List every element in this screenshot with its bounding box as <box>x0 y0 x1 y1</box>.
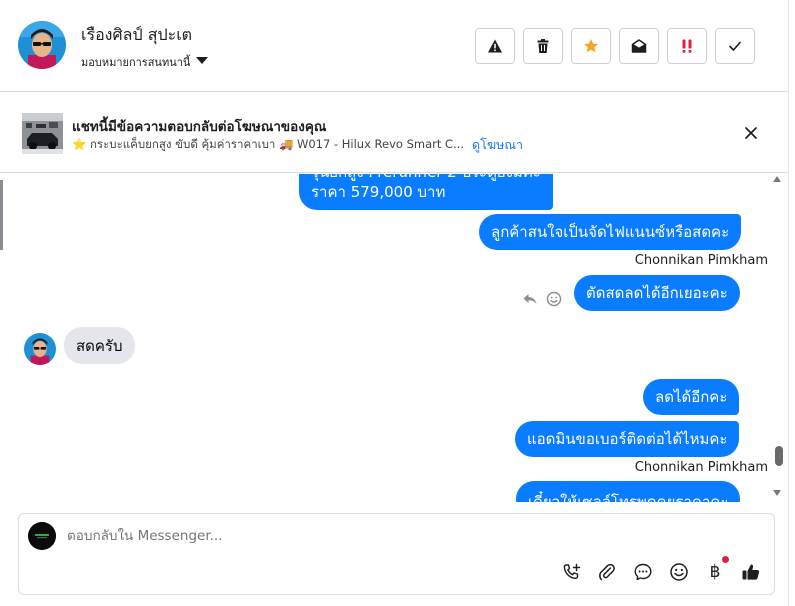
delete-button[interactable] <box>523 28 563 64</box>
contact-avatar-small[interactable] <box>24 333 56 365</box>
reply-icon[interactable] <box>522 291 538 307</box>
emoji-react-icon[interactable] <box>546 291 562 307</box>
ad-banner-title: แชทนี้มีข้อความตอบกลับต่อโฆษณาของคุณ <box>72 119 327 135</box>
mark-unread-button[interactable] <box>619 28 659 64</box>
message-bubble-outgoing[interactable]: รุ่นยกสูง Prerunner 2 ประตูยังมีค่ะ ราคา… <box>299 174 553 210</box>
message-text: แอดมินขอเบอร์ติดต่อได้ไหมคะ <box>527 430 728 448</box>
caret-down-icon <box>196 56 209 64</box>
message-text: ตัดสดลดได้อีกเยอะคะ <box>586 284 728 302</box>
ad-banner-subtitle: ⭐ กระบะแค็บยกสูง ขับดี คุ้มค่าราคาเบา 🚚 … <box>72 135 523 155</box>
notification-dot <box>722 556 729 563</box>
message-thread: รุ่นยกสูง Prerunner 2 ประตูยังมีค่ะ ราคา… <box>0 174 768 502</box>
emoji-button[interactable] <box>668 561 690 583</box>
payment-button[interactable]: ฿ <box>704 556 729 583</box>
view-ad-link[interactable]: ดูโฆษณา <box>472 135 523 155</box>
message-text: รุ่นยกสูง Prerunner 2 ประตูยังมีค่ะ <box>311 174 541 182</box>
trash-icon <box>537 39 549 53</box>
message-bubble-outgoing[interactable]: ลูกค้าสนใจเป็นจัดไฟแนนซ์หรือสดคะ <box>479 214 742 250</box>
assign-conversation-dropdown[interactable]: มอบหมายการสนทนานี้ <box>81 53 209 71</box>
message-text: ลดได้อีกคะ <box>655 388 728 406</box>
emoji-icon <box>670 563 688 581</box>
sender-name: Chonnikan Pimkham <box>634 253 768 268</box>
assign-label: มอบหมายการสนทนานี้ <box>81 56 191 69</box>
close-icon[interactable] <box>742 124 760 142</box>
star-button[interactable] <box>571 28 611 64</box>
message-text: ลูกค้าสนใจเป็นจัดไฟแนนซ์หรือสดคะ <box>491 223 730 241</box>
star-icon <box>584 39 598 53</box>
report-button[interactable] <box>475 28 515 64</box>
scroll-down-arrow[interactable] <box>773 490 781 496</box>
baht-icon: ฿ <box>709 561 721 582</box>
mark-done-button[interactable] <box>715 28 755 64</box>
thumbs-up-icon <box>742 564 760 580</box>
attachment-icon <box>599 563 615 581</box>
ad-subtitle-text: ⭐ กระบะแค็บยกสูง ขับดี คุ้มค่าราคาเบา 🚚 … <box>72 137 465 151</box>
message-bubble-outgoing[interactable]: ตัดสดลดได้อีกเยอะคะ <box>574 275 740 311</box>
message-bubble-outgoing[interactable]: เดี๋ยวให้เซลล์โทรพูดคุยราคาคะ <box>516 481 741 502</box>
contact-name[interactable]: เรืองศิลป์ สุปะเต <box>81 23 192 48</box>
sender-name: Chonnikan Pimkham <box>634 460 768 475</box>
call-icon <box>563 563 581 579</box>
message-icon <box>634 563 652 581</box>
contact-avatar[interactable] <box>18 21 66 69</box>
scrollbar-thumb[interactable] <box>775 446 783 466</box>
message-bubble-incoming[interactable]: สดครับ <box>64 327 135 364</box>
page-avatar <box>28 522 56 550</box>
reply-composer: ฿ <box>18 513 775 595</box>
panel-divider <box>788 0 789 606</box>
message-text: ราคา 579,000 บาท <box>311 183 446 201</box>
check-icon <box>729 41 741 51</box>
envelope-open-icon <box>631 39 647 53</box>
ad-thumbnail[interactable] <box>22 113 63 154</box>
important-icon <box>682 39 692 53</box>
saved-replies-button[interactable] <box>632 561 654 583</box>
important-button[interactable] <box>667 28 707 64</box>
like-button[interactable] <box>740 561 762 583</box>
header-actions <box>475 28 755 64</box>
conversation-panel: เรืองศิลป์ สุปะเต มอบหมายการสนทนานี้ แชท… <box>0 0 795 606</box>
call-button[interactable] <box>560 561 582 583</box>
composer-toolbar: ฿ <box>560 556 762 583</box>
message-bubble-outgoing[interactable]: ลดได้อีกคะ <box>643 379 740 415</box>
message-input[interactable] <box>67 528 667 544</box>
ad-reply-banner: แชทนี้มีข้อความตอบกลับต่อโฆษณาของคุณ ⭐ ก… <box>0 93 788 173</box>
message-bubble-outgoing[interactable]: แอดมินขอเบอร์ติดต่อได้ไหมคะ <box>515 421 740 457</box>
warning-icon <box>488 39 502 53</box>
attach-button[interactable] <box>596 561 618 583</box>
scroll-up-arrow[interactable] <box>773 176 781 182</box>
conversation-header: เรืองศิลป์ สุปะเต มอบหมายการสนทนานี้ <box>0 0 788 92</box>
message-text: เดี๋ยวให้เซลล์โทรพูดคุยราคาคะ <box>528 493 729 502</box>
message-text: สดครับ <box>76 336 123 355</box>
